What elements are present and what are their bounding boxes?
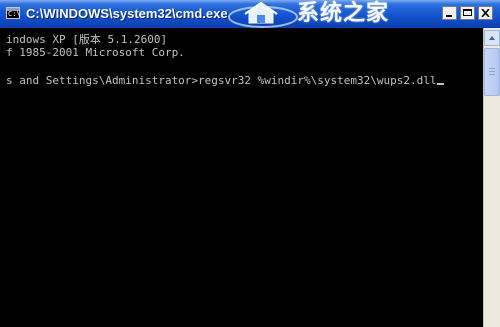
thumb-grip-line: [489, 68, 495, 69]
cmd-window: C:\ C:\WINDOWS\system32\cmd.exe 系统之家 ind…: [0, 0, 500, 327]
watermark-text: 系统之家: [297, 1, 390, 26]
house-logo-icon: [228, 1, 298, 28]
minimize-button[interactable]: [442, 6, 457, 20]
maximize-button[interactable]: [460, 6, 475, 20]
scroll-up-button[interactable]: [484, 30, 500, 46]
console-line-version: indows XP [版本 5.1.2600]: [6, 33, 168, 46]
window-title: C:\WINDOWS\system32\cmd.exe: [26, 6, 228, 21]
cmd-icon[interactable]: C:\: [6, 7, 21, 19]
text-cursor: [437, 83, 445, 85]
console-output[interactable]: indows XP [版本 5.1.2600] f 1985-2001 Micr…: [0, 28, 483, 327]
close-icon: [481, 9, 490, 17]
title-bar[interactable]: C:\ C:\WINDOWS\system32\cmd.exe 系统之家: [0, 0, 500, 28]
close-button[interactable]: [478, 6, 493, 20]
vertical-scrollbar[interactable]: [483, 28, 500, 327]
watermark-logo: 系统之家: [225, 0, 455, 28]
thumb-grip-line: [489, 71, 495, 72]
console-line-copyright: f 1985-2001 Microsoft Corp.: [6, 46, 185, 59]
thumb-grip-line: [489, 74, 495, 75]
command-text: s and Settings\Administrator>regsvr32 %w…: [6, 74, 437, 87]
console-line-command: s and Settings\Administrator>regsvr32 %w…: [6, 74, 445, 87]
arrow-up-icon: [489, 36, 495, 40]
scroll-thumb[interactable]: [484, 48, 500, 96]
